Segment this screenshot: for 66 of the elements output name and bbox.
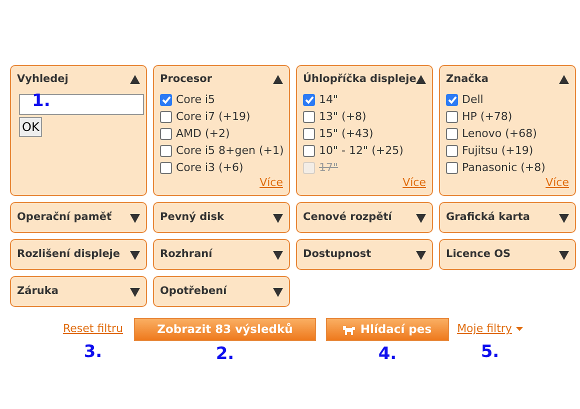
expand-icon[interactable]: [130, 250, 140, 260]
collapse-icon[interactable]: [559, 75, 569, 84]
expand-icon[interactable]: [273, 214, 283, 222]
checkbox[interactable]: [303, 128, 315, 140]
filter-title[interactable]: Licence OS: [446, 247, 511, 263]
option-label[interactable]: 13" (+8): [319, 109, 366, 126]
checkbox[interactable]: [446, 145, 458, 158]
checkbox[interactable]: [446, 111, 458, 124]
option-label[interactable]: Panasonic (+8): [462, 160, 546, 176]
filter-title[interactable]: Značka: [446, 72, 488, 88]
expand-icon[interactable]: [416, 214, 426, 222]
filter-title[interactable]: Pevný disk: [160, 210, 224, 226]
option-label[interactable]: Fujitsu (+19): [462, 143, 534, 160]
checkbox[interactable]: [446, 128, 458, 140]
filter-title[interactable]: Rozhraní: [160, 247, 212, 263]
filter-title[interactable]: Opotřebení: [160, 284, 227, 300]
filter-title[interactable]: Vyhledej: [17, 72, 68, 88]
option-label[interactable]: Core i7 (+19): [176, 109, 250, 126]
option-label[interactable]: Lenovo (+68): [462, 126, 537, 142]
checkbox[interactable]: [303, 145, 315, 158]
option-label[interactable]: Core i3 (+6): [176, 160, 244, 176]
checkbox[interactable]: [446, 94, 458, 106]
annotation-number: 4.: [378, 346, 397, 363]
option-label[interactable]: AMD (+2): [176, 126, 230, 142]
collapse-icon[interactable]: [273, 75, 283, 84]
expand-icon[interactable]: [559, 250, 569, 260]
option-label[interactable]: 15" (+43): [319, 126, 374, 142]
option-label: 17": [319, 160, 338, 176]
collapse-icon[interactable]: [416, 75, 426, 84]
search-field[interactable]: [19, 94, 144, 115]
expand-icon[interactable]: [416, 250, 426, 260]
annotation-number: 3.: [84, 344, 102, 361]
filter-title[interactable]: Dostupnost: [303, 247, 372, 263]
caret-icon: [516, 326, 523, 330]
dog-icon: [343, 324, 356, 334]
filter-title[interactable]: Rozlišení displeje: [17, 247, 120, 263]
checkbox[interactable]: [160, 162, 172, 174]
expand-icon[interactable]: [273, 250, 283, 260]
expand-icon[interactable]: [130, 214, 140, 222]
filter-title[interactable]: Grafická karta: [446, 210, 530, 226]
option-label[interactable]: Core i5: [176, 92, 216, 108]
expand-icon[interactable]: [273, 288, 283, 296]
filter-title[interactable]: Úhlopříčka displeje: [303, 72, 416, 88]
expand-icon[interactable]: [559, 214, 569, 222]
checkbox[interactable]: [160, 145, 172, 158]
checkbox[interactable]: [303, 111, 315, 124]
expand-icon[interactable]: [130, 288, 140, 296]
checkbox[interactable]: [160, 128, 172, 140]
option-label[interactable]: Dell: [462, 92, 484, 108]
filter-title[interactable]: Cenové rozpětí: [303, 210, 392, 226]
annotation-number: 2.: [216, 346, 234, 363]
option-label[interactable]: 14": [319, 92, 338, 108]
filter-title[interactable]: Operační paměť: [17, 210, 112, 226]
option-label[interactable]: 10" - 12" (+25): [319, 143, 404, 160]
checkbox[interactable]: [160, 94, 172, 106]
checkbox[interactable]: [303, 94, 315, 106]
annotation-number: 1.: [32, 93, 50, 110]
ok-button[interactable]: OK: [19, 116, 42, 137]
option-label[interactable]: HP (+78): [462, 109, 512, 126]
filter-title[interactable]: Procesor: [160, 72, 212, 88]
checkbox[interactable]: [160, 111, 172, 124]
annotation-number: 5.: [480, 344, 500, 361]
filter-title[interactable]: Záruka: [17, 284, 58, 300]
collapse-icon[interactable]: [130, 75, 140, 84]
option-label[interactable]: Core i5 8+gen (+1): [176, 143, 284, 160]
checkbox[interactable]: [446, 162, 458, 174]
